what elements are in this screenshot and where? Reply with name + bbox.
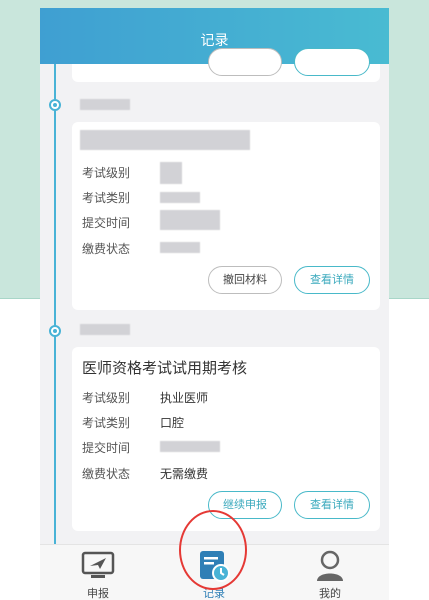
exam-category-label: 考试类别 xyxy=(82,191,131,205)
page-title: 记录 xyxy=(200,33,229,49)
exam-category-label: 考试类别 xyxy=(82,416,131,430)
submit-time-value-redacted xyxy=(160,441,220,452)
fee-status-value: 无需缴费 xyxy=(160,467,209,481)
view-details-button[interactable]: 查看详情 xyxy=(294,491,370,519)
tab-declare-label: 申报 xyxy=(87,587,109,600)
record-title: 医师资格考试试用期考核 xyxy=(82,359,248,377)
timeline-node xyxy=(49,99,61,111)
exam-level-value-redacted xyxy=(160,162,182,184)
exam-level-value: 执业医师 xyxy=(160,391,209,405)
record-date-redacted xyxy=(80,99,130,110)
profile-icon xyxy=(317,550,343,581)
tab-declare[interactable]: 申报 xyxy=(58,545,138,600)
record-card-previous xyxy=(72,48,380,82)
exam-category-value-redacted xyxy=(160,192,200,203)
timeline-line xyxy=(54,64,56,544)
record-card[interactable]: 医师资格考试试用期考核 考试级别 执业医师 考试类别 口腔 提交时间 缴费状态 … xyxy=(72,347,380,531)
tab-mine[interactable]: 我的 xyxy=(290,545,370,600)
fee-status-value-redacted xyxy=(160,242,200,253)
withdraw-button-previous[interactable] xyxy=(208,48,282,76)
exam-category-value: 口腔 xyxy=(160,416,185,430)
details-button-previous[interactable] xyxy=(294,48,370,76)
record-date-redacted xyxy=(80,324,130,335)
declare-icon xyxy=(81,551,115,578)
record-title-redacted xyxy=(80,130,250,150)
fee-status-label: 缴费状态 xyxy=(82,467,131,481)
timeline-node xyxy=(49,325,61,337)
annotation-circle xyxy=(179,510,247,590)
exam-level-label: 考试级别 xyxy=(82,391,131,405)
withdraw-materials-button[interactable]: 撤回材料 xyxy=(208,266,282,294)
fee-status-label: 缴费状态 xyxy=(82,242,131,256)
submit-time-value-redacted xyxy=(160,210,220,230)
record-card[interactable]: 考试级别 考试类别 提交时间 缴费状态 撤回材料 查看详情 xyxy=(72,122,380,310)
submit-time-label: 提交时间 xyxy=(82,441,131,455)
tab-mine-label: 我的 xyxy=(319,587,341,600)
view-details-button[interactable]: 查看详情 xyxy=(294,266,370,294)
exam-level-label: 考试级别 xyxy=(82,166,131,180)
submit-time-label: 提交时间 xyxy=(82,216,131,230)
